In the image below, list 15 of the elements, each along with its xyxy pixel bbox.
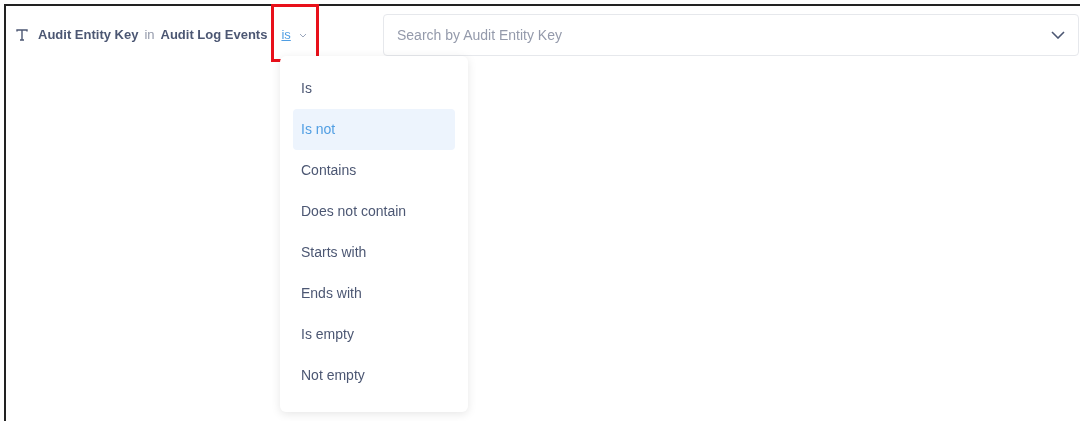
field-name: Audit Entity Key — [38, 26, 139, 45]
search-field[interactable]: Search by Audit Entity Key — [383, 14, 1079, 56]
connector-text: in — [144, 26, 155, 45]
menu-item[interactable]: Not empty — [293, 355, 455, 396]
menu-item[interactable]: Starts with — [293, 232, 455, 273]
chevron-down-icon — [1051, 31, 1065, 39]
table-name: Audit Log Events — [160, 26, 268, 45]
chevron-down-icon — [298, 32, 307, 38]
text-type-icon — [16, 29, 28, 41]
menu-item[interactable]: Contains — [293, 150, 455, 191]
menu-item[interactable]: Ends with — [293, 273, 455, 314]
search-input[interactable]: Search by Audit Entity Key — [397, 24, 1051, 46]
menu-item[interactable]: Does not contain — [293, 191, 455, 232]
menu-item[interactable]: Is — [293, 68, 455, 109]
menu-item[interactable]: Is empty — [293, 314, 455, 355]
